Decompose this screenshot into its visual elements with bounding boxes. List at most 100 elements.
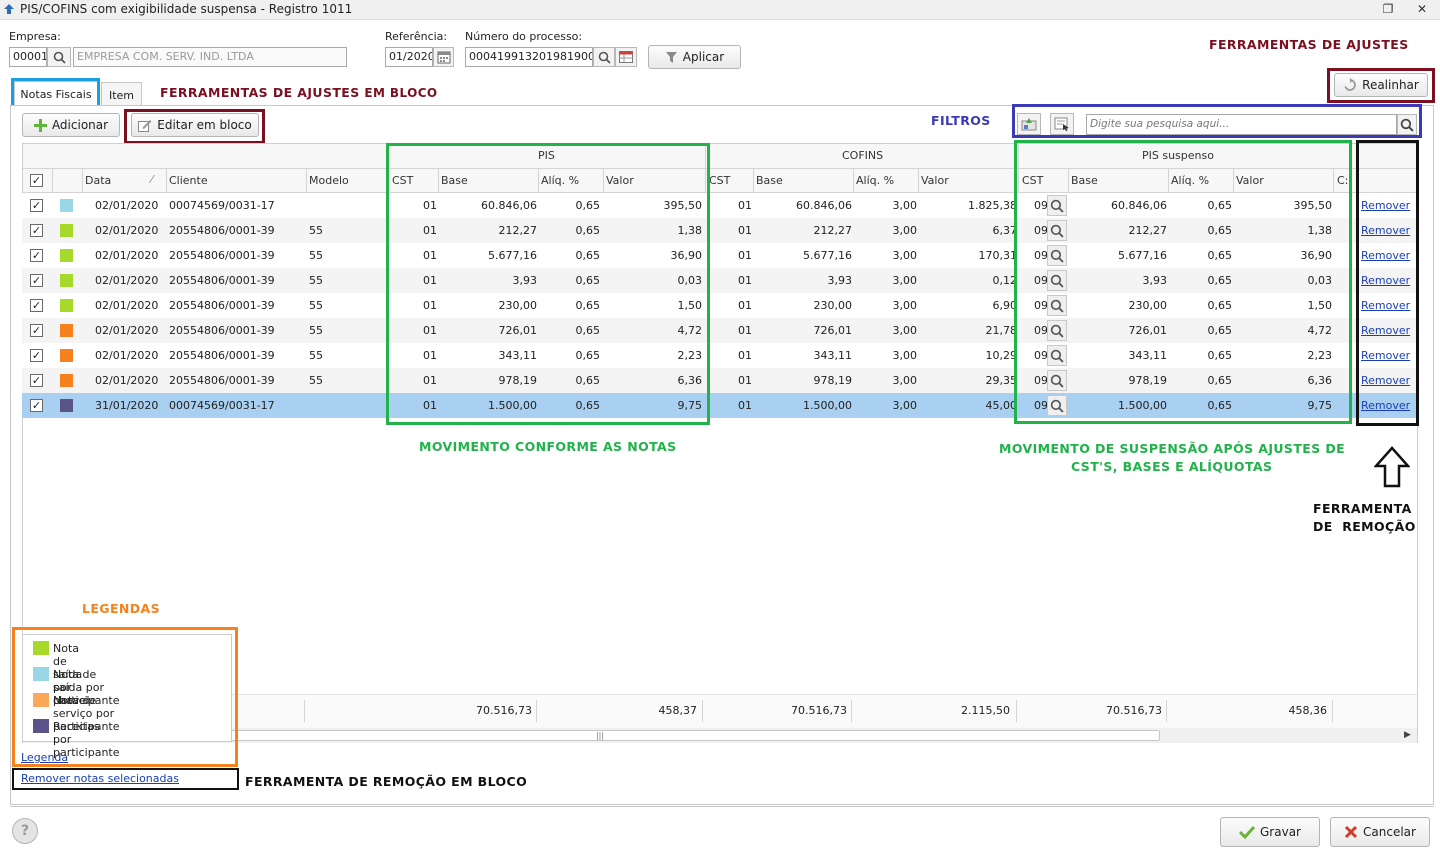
annotation-filtros: FILTROS	[931, 113, 991, 128]
cell-cofins-valor: 1.825,38	[968, 199, 1017, 212]
cell-cofins-valor: 6,37	[992, 224, 1018, 237]
annotation-ajustes-bloco-a: FERRAMENTAS DE AJUSTES	[160, 85, 360, 100]
cell-cliente: 20554806/0001-39	[169, 324, 275, 337]
col-cliente[interactable]: Cliente	[169, 174, 208, 187]
cell-cofins-aliq: 3,00	[892, 199, 918, 212]
cell-modelo: 55	[309, 374, 323, 387]
col-data[interactable]: Data	[85, 174, 111, 187]
cell-cofins-cst: 01	[738, 274, 752, 287]
tab-item[interactable]: Item	[101, 82, 142, 107]
cell-cofins-aliq: 3,00	[892, 349, 918, 362]
row-checkbox[interactable]: ✓	[30, 199, 43, 212]
processo-label: Número do processo:	[465, 30, 583, 43]
calendar-icon	[437, 51, 450, 63]
realinhar-button[interactable]: Realinhar	[1334, 73, 1428, 97]
cell-cofins-aliq: 3,00	[892, 224, 918, 237]
scroll-right-icon[interactable]: ▶	[1404, 730, 1411, 740]
remover-selecionadas-link[interactable]: Remover notas selecionadas	[21, 772, 179, 785]
cell-cofins-cst: 01	[738, 324, 752, 337]
row-checkbox[interactable]: ✓	[30, 399, 43, 412]
cell-cofins-valor: 170,31	[978, 249, 1018, 262]
cell-cofins-base: 212,27	[813, 224, 853, 237]
restore-icon[interactable]: ❐	[1380, 2, 1396, 16]
col-cofins-valor[interactable]: Valor	[921, 174, 949, 187]
window-title: PIS/COFINS com exigibilidade suspensa - …	[20, 2, 353, 16]
select-columns-button[interactable]	[1050, 113, 1074, 135]
cell-cliente: 20554806/0001-39	[169, 224, 275, 237]
sort-icon: ⁄	[151, 173, 153, 186]
cell-cofins-cst: 01	[738, 249, 752, 262]
cancelar-button[interactable]: Cancelar	[1330, 817, 1430, 847]
annotation-movimento: MOVIMENTO CONFORME AS NOTAS	[419, 439, 677, 454]
col-cofins-base[interactable]: Base	[756, 174, 783, 187]
search-button[interactable]	[1397, 114, 1417, 135]
gravar-button[interactable]: Gravar	[1220, 817, 1320, 847]
cell-cofins-aliq: 3,00	[892, 249, 918, 262]
annotation-remocao-1: FERRAMENTA	[1313, 501, 1412, 516]
total-divider	[1166, 700, 1167, 722]
processo-table-button[interactable]	[615, 47, 637, 67]
cell-modelo: 55	[309, 274, 323, 287]
row-checkbox[interactable]: ✓	[30, 324, 43, 337]
row-color-swatch	[60, 299, 73, 312]
total-susp-base: 70.516,73	[1106, 704, 1162, 717]
row-checkbox[interactable]: ✓	[30, 274, 43, 287]
refresh-icon	[1344, 78, 1356, 91]
realinhar-label: Realinhar	[1362, 78, 1419, 92]
gravar-label: Gravar	[1260, 825, 1301, 839]
legend-swatch	[33, 667, 49, 681]
cell-data: 31/01/2020	[95, 399, 159, 412]
total-cofins-base: 70.516,73	[791, 704, 847, 717]
annotation-ajustes-bloco: FERRAMENTAS DE AJUSTES EM BLOCO	[160, 85, 438, 100]
row-color-swatch	[60, 274, 73, 287]
row-checkbox[interactable]: ✓	[30, 299, 43, 312]
close-icon[interactable]: ✕	[1414, 2, 1430, 16]
cell-data: 02/01/2020	[95, 299, 159, 312]
cell-cliente: 20554806/0001-39	[169, 299, 275, 312]
adicionar-button[interactable]: Adicionar	[22, 113, 120, 137]
referencia-field[interactable]: 01/2020	[385, 47, 433, 67]
cell-cofins-valor: 29,35	[985, 374, 1018, 387]
legend-swatch	[33, 693, 49, 707]
annotation-box-movimento	[386, 143, 710, 425]
total-cofins-valor: 2.115,50	[961, 704, 1010, 717]
row-checkbox[interactable]: ✓	[30, 349, 43, 362]
cell-modelo: 55	[309, 324, 323, 337]
cell-cofins-cst: 01	[738, 199, 752, 212]
cell-cofins-cst: 01	[738, 299, 752, 312]
help-icon[interactable]: ?	[12, 818, 38, 844]
edit-icon	[138, 119, 152, 132]
export-button[interactable]	[1017, 113, 1041, 135]
col-modelo[interactable]: Modelo	[309, 174, 349, 187]
cell-cofins-base: 60.846,06	[796, 199, 852, 212]
legenda-link[interactable]: Legenda	[21, 751, 68, 764]
legend-swatch	[33, 641, 49, 655]
row-checkbox[interactable]: ✓	[30, 249, 43, 262]
check-icon	[1239, 825, 1255, 839]
cell-modelo: 55	[309, 349, 323, 362]
select-all-checkbox[interactable]: ✓	[30, 174, 43, 187]
cell-cofins-valor: 10,29	[985, 349, 1018, 362]
cell-cofins-aliq: 3,00	[892, 299, 918, 312]
title-bar: PIS/COFINS com exigibilidade suspensa - …	[0, 0, 1440, 20]
processo-field[interactable]: 00041991320198190061	[465, 47, 593, 67]
editar-em-bloco-button[interactable]: Editar em bloco	[131, 113, 259, 137]
aplicar-button[interactable]: Aplicar	[648, 45, 741, 69]
empresa-search-button[interactable]	[47, 47, 71, 67]
footer-divider	[10, 806, 1434, 807]
col-cofins-cst[interactable]: CST	[709, 174, 730, 187]
cell-cofins-cst: 01	[738, 224, 752, 237]
processo-search-button[interactable]	[593, 47, 615, 67]
row-checkbox[interactable]: ✓	[30, 374, 43, 387]
calendar-button[interactable]	[433, 47, 454, 67]
col-cofins-aliq[interactable]: Alíq. %	[856, 174, 894, 187]
cell-cliente: 20554806/0001-39	[169, 349, 275, 362]
row-color-swatch	[60, 199, 73, 212]
empresa-code-field[interactable]: 00001	[9, 47, 47, 67]
row-checkbox[interactable]: ✓	[30, 224, 43, 237]
row-color-swatch	[60, 324, 73, 337]
row-color-swatch	[60, 374, 73, 387]
cell-data: 02/01/2020	[95, 374, 159, 387]
empresa-name-field: EMPRESA COM. SERV. IND. LTDA	[73, 47, 347, 67]
search-input[interactable]: Digite sua pesquisa aqui...	[1086, 114, 1397, 135]
